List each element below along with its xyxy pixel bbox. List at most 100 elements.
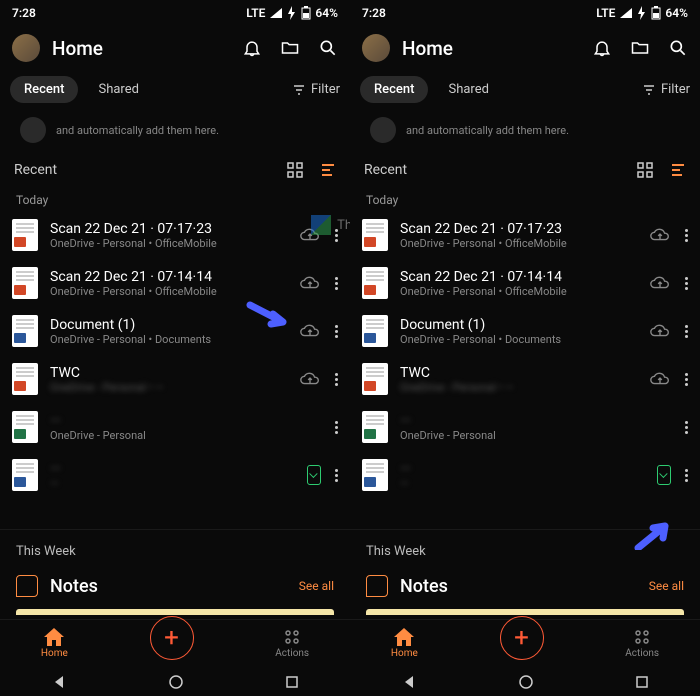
- bell-icon[interactable]: [242, 38, 262, 58]
- file-name: TWC: [50, 365, 287, 381]
- list-view-icon[interactable]: [318, 161, 336, 179]
- signal-icon: [269, 7, 283, 19]
- note-card[interactable]: [366, 609, 684, 615]
- cloud-upload-icon[interactable]: [299, 322, 321, 340]
- nav-home[interactable]: Home: [391, 628, 418, 659]
- file-row[interactable]: Document (1)OneDrive - Personal • Docume…: [350, 307, 700, 355]
- cloud-upload-icon[interactable]: [649, 370, 671, 388]
- home-icon: [44, 628, 64, 646]
- info-banner: and automatically add them here.: [362, 113, 688, 147]
- search-icon[interactable]: [668, 38, 688, 58]
- tab-shared[interactable]: Shared: [434, 76, 502, 103]
- file-row[interactable]: —OneDrive - Personal: [350, 403, 700, 451]
- tab-recent[interactable]: Recent: [360, 76, 428, 103]
- more-icon[interactable]: [335, 469, 338, 482]
- note-card[interactable]: [16, 609, 334, 615]
- folder-icon[interactable]: [630, 38, 650, 58]
- grid-view-icon[interactable]: [286, 161, 304, 179]
- bell-icon[interactable]: [592, 38, 612, 58]
- avatar[interactable]: [362, 34, 390, 62]
- avatar[interactable]: [12, 34, 40, 62]
- list-view-icon[interactable]: [668, 161, 686, 179]
- more-icon[interactable]: [335, 373, 338, 386]
- file-row[interactable]: Scan 22 Dec 21 · 07·14·14OneDrive - Pers…: [0, 259, 350, 307]
- more-icon[interactable]: [685, 469, 688, 482]
- file-name: —: [50, 461, 295, 477]
- file-name: Scan 22 Dec 21 · 07·14·14: [50, 269, 287, 285]
- recents-icon[interactable]: [635, 675, 649, 689]
- file-meta: OneDrive - Personal: [50, 429, 323, 442]
- more-icon[interactable]: [685, 373, 688, 386]
- nav-home[interactable]: Home: [41, 628, 68, 659]
- see-all-link[interactable]: See all: [649, 579, 684, 593]
- banner-text: and automatically add them here.: [406, 124, 569, 137]
- back-icon[interactable]: [51, 674, 67, 690]
- network-label: LTE: [596, 6, 615, 20]
- section-title-week: This Week: [350, 529, 700, 567]
- home-circle-icon[interactable]: [518, 674, 534, 690]
- file-name: —: [400, 461, 645, 477]
- device-available-icon[interactable]: [307, 465, 321, 485]
- file-meta: OneDrive - Personal • OfficeMobile: [50, 285, 287, 298]
- cloud-upload-icon[interactable]: [649, 226, 671, 244]
- grid-view-icon[interactable]: [636, 161, 654, 179]
- more-icon[interactable]: [685, 229, 688, 242]
- cloud-upload-icon[interactable]: [649, 322, 671, 340]
- see-all-link[interactable]: See all: [299, 579, 334, 593]
- more-icon[interactable]: [685, 421, 688, 434]
- status-bar: 7:28 LTE 64%: [0, 0, 350, 26]
- tab-recent[interactable]: Recent: [10, 76, 78, 103]
- filter-button[interactable]: Filter: [292, 82, 340, 97]
- word-icon: [12, 315, 38, 347]
- file-row[interactable]: Scan 22 Dec 21 · 07·17·23OneDrive - Pers…: [350, 211, 700, 259]
- file-row[interactable]: TWCOneDrive - Personal • —: [350, 355, 700, 403]
- folder-icon[interactable]: [280, 38, 300, 58]
- search-icon[interactable]: [318, 38, 338, 58]
- nav-actions[interactable]: Actions: [625, 628, 659, 659]
- fab-add[interactable]: +: [150, 616, 194, 660]
- file-name: TWC: [400, 365, 637, 381]
- powerpoint-icon: [12, 219, 38, 251]
- more-icon[interactable]: [335, 325, 338, 338]
- more-icon[interactable]: [335, 277, 338, 290]
- file-row[interactable]: Scan 22 Dec 21 · 07·14·14OneDrive - Pers…: [350, 259, 700, 307]
- more-icon[interactable]: [335, 229, 338, 242]
- tab-shared[interactable]: Shared: [84, 76, 152, 103]
- file-row[interactable]: TWCOneDrive - Personal • —: [0, 355, 350, 403]
- phone-right: 7:28 LTE 64% Home Recent Shared Filter a…: [350, 0, 700, 696]
- filter-icon: [642, 83, 656, 97]
- file-meta: —: [400, 477, 645, 490]
- tabs-row: Recent Shared Filter: [350, 70, 700, 109]
- nav-actions[interactable]: Actions: [275, 628, 309, 659]
- cloud-upload-icon[interactable]: [299, 274, 321, 292]
- powerpoint-icon: [12, 363, 38, 395]
- info-banner: and automatically add them here.: [12, 113, 338, 147]
- recents-icon[interactable]: [285, 675, 299, 689]
- cloud-upload-icon[interactable]: [649, 274, 671, 292]
- device-available-icon[interactable]: [657, 465, 671, 485]
- home-circle-icon[interactable]: [168, 674, 184, 690]
- notes-row[interactable]: Notes See all: [350, 567, 700, 605]
- more-icon[interactable]: [685, 325, 688, 338]
- file-meta: —: [50, 477, 295, 490]
- cloud-upload-icon[interactable]: [299, 226, 321, 244]
- file-meta: OneDrive - Personal • OfficeMobile: [400, 237, 637, 250]
- banner-icon: [20, 117, 46, 143]
- more-icon[interactable]: [685, 277, 688, 290]
- back-icon[interactable]: [401, 674, 417, 690]
- system-nav: [350, 666, 700, 696]
- file-row[interactable]: ——: [0, 451, 350, 499]
- cloud-upload-icon[interactable]: [299, 370, 321, 388]
- more-icon[interactable]: [335, 421, 338, 434]
- section-header: Recent: [350, 151, 700, 189]
- app-header: Home: [0, 26, 350, 70]
- notes-row[interactable]: Notes See all: [0, 567, 350, 605]
- fab-add[interactable]: +: [500, 616, 544, 660]
- file-row[interactable]: ——: [350, 451, 700, 499]
- file-row[interactable]: Document (1)OneDrive - Personal • Docume…: [0, 307, 350, 355]
- file-row[interactable]: Scan 22 Dec 21 · 07·17·23OneDrive - Pers…: [0, 211, 350, 259]
- filter-button[interactable]: Filter: [642, 82, 690, 97]
- file-row[interactable]: —OneDrive - Personal: [0, 403, 350, 451]
- word-icon: [362, 315, 388, 347]
- word-icon: [362, 459, 388, 491]
